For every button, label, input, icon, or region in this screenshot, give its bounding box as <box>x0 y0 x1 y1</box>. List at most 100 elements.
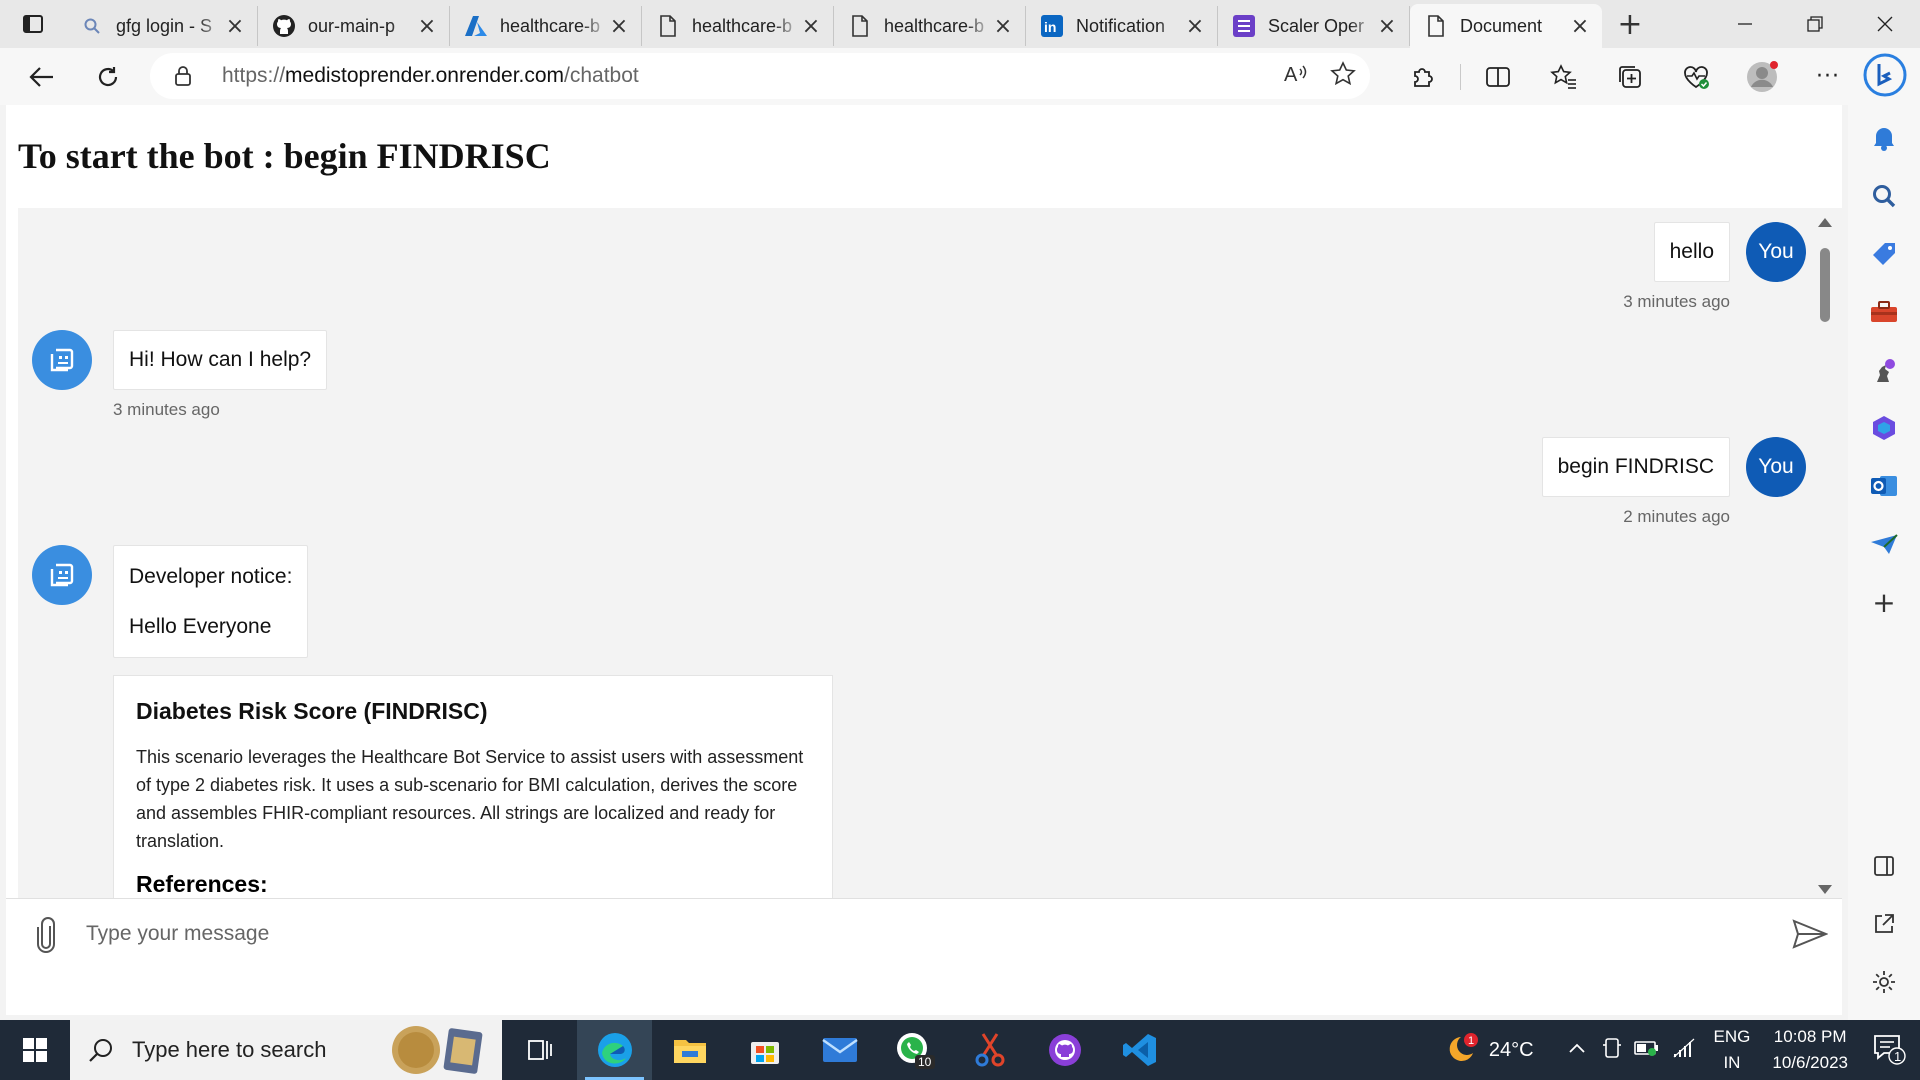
split-screen-button[interactable] <box>1465 53 1531 101</box>
input-language-indicator[interactable]: ENG IN <box>1714 1024 1751 1076</box>
taskbar-search-box[interactable]: Type here to search <box>70 1020 502 1080</box>
attachment-button[interactable] <box>34 917 58 957</box>
taskbar-edge[interactable] <box>577 1020 652 1080</box>
browser-essentials-button[interactable] <box>1663 53 1729 101</box>
bing-icon <box>1863 53 1907 97</box>
tab-close-icon[interactable]: × <box>1377 14 1397 39</box>
split-screen-icon <box>1486 66 1510 87</box>
battery-icon[interactable] <box>1633 1039 1660 1062</box>
moon-cloud-icon: 1 <box>1449 1032 1478 1061</box>
taskbar-snipping-tool[interactable] <box>952 1020 1027 1080</box>
tab-close-icon[interactable]: × <box>225 14 245 39</box>
tab-our-main[interactable]: our-main-p × <box>258 6 450 46</box>
tab-close-icon[interactable]: × <box>417 14 437 39</box>
taskbar-search-placeholder: Type here to search <box>132 1037 327 1062</box>
microsoft365-icon <box>1873 416 1895 440</box>
wifi-icon[interactable] <box>1672 1037 1696 1064</box>
sidebar-drop-button[interactable] <box>1864 524 1904 564</box>
more-dots-icon: ··· <box>1816 64 1840 89</box>
taskbar-mail[interactable] <box>802 1020 877 1080</box>
new-tab-button[interactable]: + <box>1602 0 1658 48</box>
paperclip-icon <box>37 917 55 953</box>
close-window-button[interactable] <box>1850 0 1920 48</box>
sidebar-outlook-button[interactable] <box>1864 466 1904 506</box>
tab-close-icon[interactable]: × <box>1185 14 1205 39</box>
message-composer <box>6 898 1842 968</box>
chat-transcript[interactable]: hello You 3 minutes ago Hi! How can I he… <box>18 208 1842 905</box>
minimize-button[interactable] <box>1710 0 1780 48</box>
sidebar-notifications-button[interactable] <box>1864 118 1904 158</box>
sidebar-settings-button[interactable] <box>1864 962 1904 1002</box>
sidebar-hide-button[interactable] <box>1864 846 1904 886</box>
tab-healthcare-2[interactable]: healthcare-b × <box>642 6 834 46</box>
window-controls <box>1710 0 1920 48</box>
sidebar-shopping-button[interactable] <box>1864 234 1904 274</box>
taskbar-whatsapp[interactable]: 10 <box>877 1020 952 1080</box>
sidebar-microsoft365-button[interactable] <box>1864 408 1904 448</box>
scroll-up-arrow-icon[interactable] <box>1818 218 1832 227</box>
sidebar-open-external-button[interactable] <box>1864 904 1904 944</box>
chat-scrollbar[interactable] <box>1818 218 1832 894</box>
taskbar-github-desktop[interactable] <box>1027 1020 1102 1080</box>
clock-time: 10:08 PM <box>1773 1027 1847 1046</box>
read-aloud-icon[interactable]: A <box>1284 63 1310 89</box>
tab-document-active[interactable]: Document × <box>1410 4 1602 48</box>
bing-chat-button[interactable] <box>1862 52 1908 98</box>
clock[interactable]: 10:08 PM 10/6/2023 <box>1772 1024 1848 1076</box>
send-button[interactable] <box>1792 919 1829 953</box>
address-bar[interactable]: https://medistoprender.onrender.com/chat… <box>150 53 1370 99</box>
extensions-button[interactable] <box>1390 53 1456 101</box>
tab-close-icon[interactable]: × <box>609 14 629 39</box>
task-view-button[interactable] <box>502 1020 577 1080</box>
show-hidden-icons-button[interactable] <box>1568 1041 1586 1059</box>
sidebar-search-button[interactable] <box>1864 176 1904 216</box>
svg-text:in: in <box>1044 19 1056 35</box>
profile-button[interactable] <box>1729 53 1795 101</box>
start-button[interactable] <box>0 1020 70 1080</box>
taskbar-file-explorer[interactable] <box>652 1020 727 1080</box>
toolbar-separator <box>1460 63 1461 90</box>
weather-badge: 1 <box>1468 1035 1474 1047</box>
scissors-icon <box>975 1033 1004 1067</box>
vscode-icon <box>1122 1034 1156 1066</box>
refresh-button[interactable] <box>84 53 132 101</box>
favorites-icon <box>1550 63 1576 89</box>
favorites-button[interactable] <box>1531 53 1597 101</box>
sidebar-add-button[interactable]: + <box>1864 582 1904 622</box>
tab-label: Document <box>1460 15 1543 36</box>
tab-close-icon[interactable]: × <box>993 14 1013 39</box>
tab-notification[interactable]: in Notification × <box>1026 6 1218 46</box>
restore-button[interactable] <box>1780 0 1850 48</box>
tab-gfg-login[interactable]: gfg login - S × <box>66 6 258 46</box>
refresh-icon <box>98 67 118 87</box>
tab-actions-button[interactable] <box>0 0 66 48</box>
tab-scaler[interactable]: Scaler Oper × <box>1218 6 1410 46</box>
adaptive-card: Diabetes Risk Score (FINDRISC) This scen… <box>113 675 833 905</box>
plus-icon: + <box>1872 585 1896 619</box>
puzzle-icon <box>1414 67 1433 87</box>
sidebar-games-button[interactable] <box>1864 350 1904 390</box>
bot-icon <box>50 563 74 587</box>
action-center-button[interactable]: 1 <box>1872 1031 1906 1070</box>
scrollbar-thumb[interactable] <box>1820 248 1830 322</box>
outlook-icon <box>1871 476 1897 496</box>
tab-healthcare-3[interactable]: healthcare-b × <box>834 6 1026 46</box>
collections-button[interactable] <box>1597 53 1663 101</box>
favorite-star-icon[interactable] <box>1330 61 1356 91</box>
device-tray-icon[interactable] <box>1602 1037 1622 1064</box>
tab-healthcare-1[interactable]: healthcare-b × <box>450 6 642 46</box>
back-button[interactable] <box>18 53 66 101</box>
collections-icon <box>1619 65 1641 88</box>
taskbar-vscode[interactable] <box>1102 1020 1177 1080</box>
search-icon <box>80 14 104 38</box>
weather-widget[interactable]: 1 <box>1439 1031 1479 1070</box>
tab-close-icon[interactable]: × <box>1570 14 1590 39</box>
azure-icon <box>464 14 488 38</box>
tab-close-icon[interactable]: × <box>801 14 821 39</box>
message-input[interactable] <box>86 913 1766 955</box>
scroll-down-arrow-icon[interactable] <box>1818 885 1832 894</box>
card-references-heading: References: <box>136 871 268 897</box>
taskbar-microsoft-store[interactable] <box>727 1020 802 1080</box>
bot-message-bubble: Developer notice: Hello Everyone <box>113 545 309 658</box>
sidebar-tools-button[interactable] <box>1864 292 1904 332</box>
